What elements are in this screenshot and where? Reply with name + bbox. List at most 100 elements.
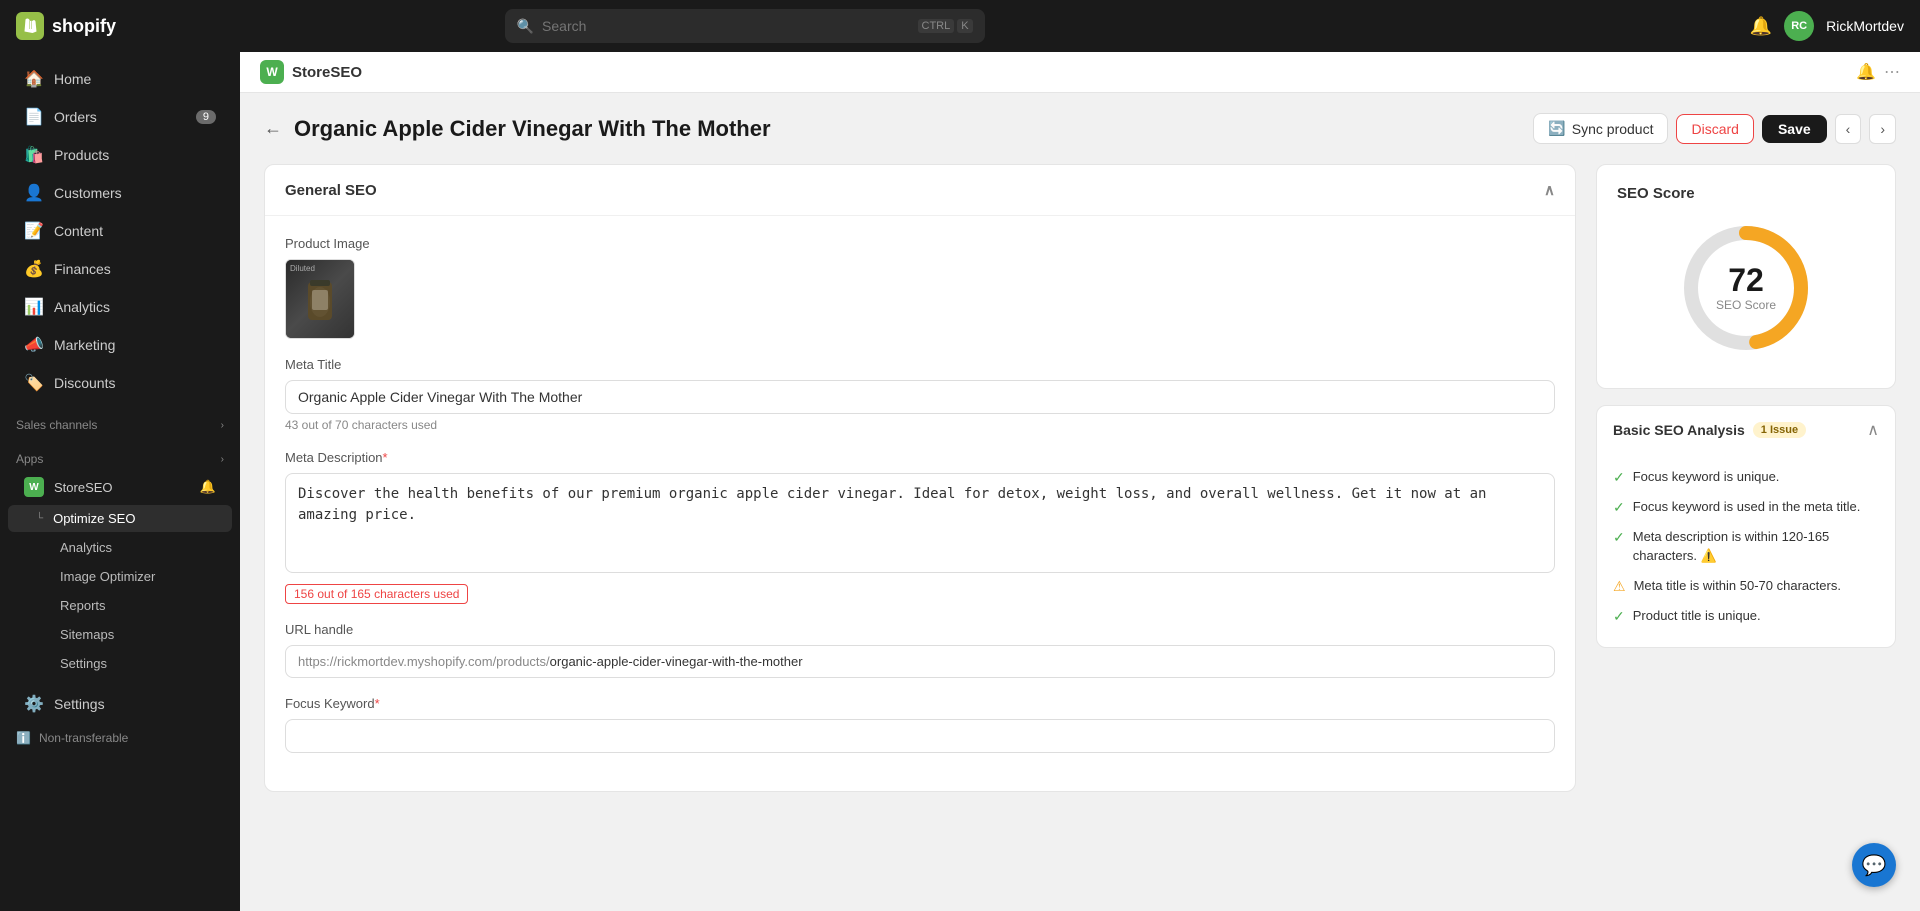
app-header-actions: 🔔 ⋯ (1856, 62, 1900, 82)
sidebar-sub-reports[interactable]: Reports (8, 592, 232, 619)
seo-item-4: ✓ Product title is unique. (1613, 601, 1879, 631)
page-title: Organic Apple Cider Vinegar With The Mot… (294, 116, 1521, 142)
avatar: RC (1784, 11, 1814, 41)
product-image-svg (300, 272, 340, 327)
sidebar-sub-image-optimizer[interactable]: Image Optimizer (8, 563, 232, 590)
save-button[interactable]: Save (1762, 115, 1827, 143)
sidebar-item-optimize-seo[interactable]: └ Optimize SEO (8, 505, 232, 532)
discounts-icon: 🏷️ (24, 373, 44, 393)
dot-icon: └ (36, 513, 43, 524)
sidebar-item-store-seo[interactable]: W StoreSEO 🔔 (8, 471, 232, 503)
focus-keyword-label: Focus Keyword* (285, 696, 1555, 711)
seo-donut: 72 SEO Score (1617, 218, 1875, 358)
donut-center: 72 SEO Score (1716, 264, 1776, 312)
content-icon: 📝 (24, 221, 44, 241)
collapse-analysis-icon[interactable]: ∧ (1867, 420, 1879, 440)
seo-score-card: SEO Score (1596, 164, 1896, 389)
search-icon: 🔍 (517, 18, 534, 35)
back-button[interactable]: ← (264, 118, 282, 139)
meta-title-input[interactable] (285, 380, 1555, 414)
shopify-wordmark: shopify (52, 16, 116, 37)
seo-analysis-header[interactable]: Basic SEO Analysis 1 Issue ∧ (1597, 406, 1895, 454)
search-input[interactable] (542, 18, 909, 34)
chat-bubble-button[interactable]: 💬 (1852, 843, 1896, 887)
shopify-logo: shopify (16, 12, 116, 40)
sidebar-item-orders[interactable]: 📄 Orders 9 (8, 99, 232, 135)
sidebar-item-content[interactable]: 📝 Content (8, 213, 232, 249)
next-nav-button[interactable]: › (1869, 114, 1896, 144)
meta-description-input[interactable]: Discover the health benefits of our prem… (285, 473, 1555, 573)
side-column: SEO Score (1596, 164, 1896, 648)
seo-analysis-title: Basic SEO Analysis 1 Issue (1613, 422, 1806, 438)
sidebar-item-label: Home (54, 71, 91, 87)
app-more-icon[interactable]: ⋯ (1884, 62, 1900, 82)
url-handle-field: URL handle https://rickmortdev.myshopify… (285, 622, 1555, 678)
page-content: ← Organic Apple Cider Vinegar With The M… (240, 93, 1920, 812)
url-slug: organic-apple-cider-vinegar-with-the-mot… (550, 654, 803, 669)
focus-keyword-input[interactable] (285, 719, 1555, 753)
sales-channels-section[interactable]: Sales channels › (0, 410, 240, 436)
check-icon-4: ✓ (1613, 608, 1625, 625)
url-prefix: https://rickmortdev.myshopify.com/produc… (298, 654, 550, 669)
seo-items-list: ✓ Focus keyword is unique. ✓ Focus keywo… (1597, 454, 1895, 647)
meta-title-chars: 43 out of 70 characters used (285, 418, 1555, 432)
seo-item-3: ⚠ Meta title is within 50-70 characters. (1613, 571, 1879, 601)
sidebar-item-marketing[interactable]: 📣 Marketing (8, 327, 232, 363)
product-image-label: Product Image (285, 236, 1555, 251)
info-icon: ℹ️ (16, 731, 31, 745)
discard-button[interactable]: Discard (1676, 114, 1753, 144)
apps-section[interactable]: Apps › (0, 444, 240, 470)
seo-item-text-3: Meta title is within 50-70 characters. (1634, 577, 1841, 595)
sidebar-sub-settings[interactable]: Settings (8, 650, 232, 677)
search-bar[interactable]: 🔍 CTRL K (505, 9, 985, 43)
sidebar-item-discounts[interactable]: 🏷️ Discounts (8, 365, 232, 401)
seo-item-2: ✓ Meta description is within 120-165 cha… (1613, 522, 1879, 570)
meta-description-label: Meta Description* (285, 450, 1555, 465)
sidebar-sub-sitemaps[interactable]: Sitemaps (8, 621, 232, 648)
settings-label: Settings (54, 696, 105, 712)
seo-item-text-4: Product title is unique. (1633, 607, 1761, 625)
product-image-inner: Diluted (286, 260, 354, 338)
sidebar-item-products[interactable]: 🛍️ Products (8, 137, 232, 173)
sidebar-item-finances[interactable]: 💰 Finances (8, 251, 232, 287)
chat-icon: 💬 (1862, 853, 1887, 878)
meta-description-field: Meta Description* Discover the health be… (285, 450, 1555, 604)
home-icon: 🏠 (24, 69, 44, 89)
sidebar-item-label: Finances (54, 261, 111, 277)
sidebar-sub-analytics[interactable]: Analytics (8, 534, 232, 561)
topbar: shopify 🔍 CTRL K 🔔 RC RickMortdev (0, 0, 1920, 52)
sidebar-item-analytics[interactable]: 📊 Analytics (8, 289, 232, 325)
marketing-icon: 📣 (24, 335, 44, 355)
sidebar: 🏠 Home 📄 Orders 9 🛍️ Products 👤 Customer… (0, 52, 240, 911)
url-handle-label: URL handle (285, 622, 1555, 637)
notification-bell-icon[interactable]: 🔔 (1750, 16, 1772, 37)
username-label: RickMortdev (1826, 18, 1904, 34)
store-seo-bell-icon[interactable]: 🔔 (200, 479, 216, 495)
sidebar-item-label: Discounts (54, 375, 115, 391)
sidebar-item-customers[interactable]: 👤 Customers (8, 175, 232, 211)
store-seo-label: StoreSEO (54, 480, 113, 495)
two-column-layout: General SEO ∧ Product Image Diluted (264, 164, 1896, 792)
collapse-icon[interactable]: ∧ (1544, 181, 1555, 199)
settings-icon: ⚙️ (24, 694, 44, 714)
general-seo-body: Product Image Diluted (265, 216, 1575, 791)
app-bell-icon[interactable]: 🔔 (1856, 62, 1876, 82)
warn-icon-3: ⚠ (1613, 578, 1626, 595)
topbar-right: 🔔 RC RickMortdev (1750, 11, 1904, 41)
sidebar-item-home[interactable]: 🏠 Home (8, 61, 232, 97)
seo-score-label: SEO Score (1716, 298, 1776, 312)
url-handle-input[interactable]: https://rickmortdev.myshopify.com/produc… (285, 645, 1555, 678)
issue-badge: 1 Issue (1753, 422, 1806, 438)
sidebar-item-settings[interactable]: ⚙️ Settings (8, 686, 232, 722)
prev-nav-button[interactable]: ‹ (1835, 114, 1862, 144)
check-icon-0: ✓ (1613, 469, 1625, 486)
char-count-box: 156 out of 165 characters used (285, 578, 1555, 604)
sync-product-button[interactable]: 🔄 Sync product (1533, 113, 1668, 144)
product-image-field: Product Image Diluted (285, 236, 1555, 339)
customers-icon: 👤 (24, 183, 44, 203)
seo-item-1: ✓ Focus keyword is used in the meta titl… (1613, 492, 1879, 522)
check-icon-1: ✓ (1613, 499, 1625, 516)
general-seo-header[interactable]: General SEO ∧ (265, 165, 1575, 216)
seo-analysis-card: Basic SEO Analysis 1 Issue ∧ ✓ Focus key… (1596, 405, 1896, 648)
page-title-row: ← Organic Apple Cider Vinegar With The M… (264, 113, 1896, 144)
